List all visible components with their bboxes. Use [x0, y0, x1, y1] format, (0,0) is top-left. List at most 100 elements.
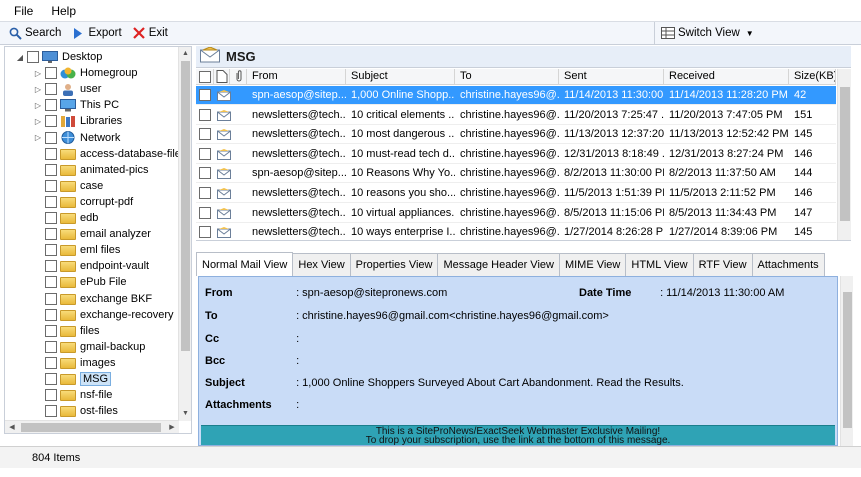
scroll-left-icon[interactable]: ◀ [5, 421, 19, 433]
tree-item[interactable]: edb [33, 210, 98, 226]
row-checkbox[interactable] [199, 226, 211, 239]
tree-item[interactable]: eml files [33, 242, 120, 258]
tab-hex-view[interactable]: Hex View [292, 253, 351, 276]
tree-item-checkbox[interactable] [45, 276, 57, 289]
tree-item-checkbox[interactable] [45, 195, 57, 208]
column-header-received[interactable]: Received [664, 69, 789, 85]
table-row[interactable]: newsletters@tech... 10 most dangerous ...… [196, 125, 836, 145]
tree-item-checkbox[interactable] [27, 51, 39, 63]
table-row[interactable]: newsletters@tech... 10 ways enterprise I.… [196, 223, 836, 240]
tree-item-checkbox[interactable] [45, 147, 57, 160]
tree-item[interactable]: exchange-recovery [33, 307, 174, 323]
tree-item-checkbox[interactable] [45, 292, 57, 305]
table-row[interactable]: newsletters@tech... 10 must-read tech d..… [196, 145, 836, 164]
table-row[interactable]: spn-aesop@sitep... 10 Reasons Why Yo... ch… [196, 164, 836, 184]
row-checkbox[interactable] [199, 128, 211, 141]
tree-item[interactable]: email analyzer [33, 226, 151, 242]
message-list-scroll-thumb[interactable] [840, 87, 850, 221]
tree-item-checkbox[interactable] [45, 99, 57, 112]
row-checkbox[interactable] [199, 206, 211, 219]
tree-item[interactable]: ▷ Network [33, 130, 120, 146]
tree-expand-icon[interactable]: ▷ [33, 69, 43, 78]
tree-item-checkbox[interactable] [45, 324, 57, 337]
row-checkbox[interactable] [199, 147, 211, 160]
tree-item-checkbox[interactable] [45, 115, 57, 128]
column-header-subject[interactable]: Subject [346, 69, 455, 85]
export-button[interactable]: Export [71, 26, 122, 40]
menu-help[interactable]: Help [51, 4, 76, 18]
tree-item-checkbox[interactable] [45, 340, 57, 353]
tree-item[interactable]: ◢ Desktop [15, 49, 102, 65]
table-row[interactable]: newsletters@tech... 10 critical elements … [196, 106, 836, 125]
tree-item[interactable]: case [33, 178, 103, 194]
tree-item-checkbox[interactable] [45, 212, 57, 224]
tree-item-checkbox[interactable] [45, 389, 57, 402]
switch-view-button[interactable]: Switch View ▼ [654, 22, 754, 44]
tree-item-checkbox[interactable] [45, 373, 57, 385]
row-checkbox[interactable] [199, 167, 211, 180]
column-header-to[interactable]: To [455, 69, 559, 85]
row-checkbox[interactable] [199, 89, 211, 101]
table-row[interactable]: spn-aesop@sitep... 1,000 Online Shopp... c… [196, 86, 836, 105]
tree-item[interactable]: gmail-backup [33, 339, 145, 355]
header-checkbox-column[interactable] [196, 69, 214, 85]
tree-item[interactable]: ePub File [33, 274, 126, 290]
tree-item-checkbox[interactable] [45, 163, 57, 176]
tree-item-checkbox[interactable] [45, 244, 57, 257]
tree-item[interactable]: files [33, 323, 100, 339]
detail-scroll-thumb[interactable] [843, 292, 852, 428]
tree-expand-icon[interactable]: ▷ [33, 133, 43, 142]
tree-item[interactable]: ▷ This PC [33, 97, 119, 113]
scroll-right-icon[interactable]: ▶ [165, 421, 179, 433]
tree-item-checkbox[interactable] [45, 405, 57, 418]
tab-normal-mail-view[interactable]: Normal Mail View [196, 252, 294, 276]
row-checkbox[interactable] [199, 108, 211, 121]
table-row[interactable]: newsletters@tech... 10 reasons you sho...… [196, 184, 836, 203]
table-row[interactable]: newsletters@tech... 10 virtual appliances… [196, 204, 836, 223]
tab-properties-view[interactable]: Properties View [349, 253, 439, 276]
tree-expand-icon[interactable]: ▷ [33, 101, 43, 110]
tab-html-view[interactable]: HTML View [625, 253, 694, 276]
scroll-up-icon[interactable]: ▲ [179, 47, 191, 61]
tree-item[interactable]: ▷ user [33, 81, 101, 97]
tree-item-checkbox[interactable] [45, 260, 57, 273]
tree-item[interactable]: nsf-file [33, 387, 112, 403]
detail-scrollbar[interactable] [840, 276, 853, 446]
menu-file[interactable]: File [14, 4, 33, 18]
tree-item-checkbox[interactable] [45, 179, 57, 192]
tree-item-checkbox[interactable] [45, 228, 57, 241]
tree-vertical-scrollbar[interactable]: ▲ ▼ [178, 47, 191, 421]
tree-item-checkbox[interactable] [45, 83, 57, 96]
tree-item-checkbox[interactable] [45, 67, 57, 80]
column-header-sent[interactable]: Sent [559, 69, 664, 85]
tree-item[interactable]: images [33, 355, 115, 371]
tree-item[interactable]: corrupt-pdf [33, 194, 133, 210]
exit-button[interactable]: Exit [132, 26, 168, 40]
tab-message-header-view[interactable]: Message Header View [437, 253, 560, 276]
tree-item[interactable]: animated-pics [33, 162, 148, 178]
column-header-from[interactable]: From [247, 69, 346, 85]
tree-scroll-thumb[interactable] [181, 61, 190, 351]
tree-item-checkbox[interactable] [45, 308, 57, 321]
tree-item[interactable]: ▷ Libraries [33, 113, 122, 129]
tree-item[interactable]: ▷ Homegroup [33, 65, 137, 81]
search-button[interactable]: Search [8, 26, 61, 40]
tree-horizontal-scrollbar[interactable]: ◀ ▶ [5, 420, 179, 433]
tree-item[interactable]: MSG [33, 371, 112, 387]
column-header-size[interactable]: Size(KB) [789, 69, 836, 85]
folder-tree[interactable]: ◢ Desktop ▷ Homegroup ▷ user ▷ This PC ▷ Librarie… [4, 46, 192, 434]
tab-attachments[interactable]: Attachments [751, 253, 825, 276]
tree-item[interactable]: ost-files [33, 403, 118, 419]
tree-item-checkbox[interactable] [45, 356, 57, 369]
tree-expand-icon[interactable]: ▷ [33, 117, 43, 126]
tree-collapse-icon[interactable]: ◢ [15, 53, 25, 62]
tree-hscroll-thumb[interactable] [21, 423, 161, 432]
scroll-down-icon[interactable]: ▼ [179, 407, 191, 421]
tree-item-checkbox[interactable] [45, 131, 57, 144]
message-list-scrollbar[interactable] [837, 69, 851, 240]
tree-item[interactable]: endpoint-vault [33, 258, 149, 274]
tree-item[interactable]: exchange BKF [33, 291, 152, 307]
tree-item[interactable]: access-database-files [33, 146, 179, 162]
tree-expand-icon[interactable]: ▷ [33, 85, 43, 94]
tab-mime-view[interactable]: MIME View [558, 253, 627, 276]
